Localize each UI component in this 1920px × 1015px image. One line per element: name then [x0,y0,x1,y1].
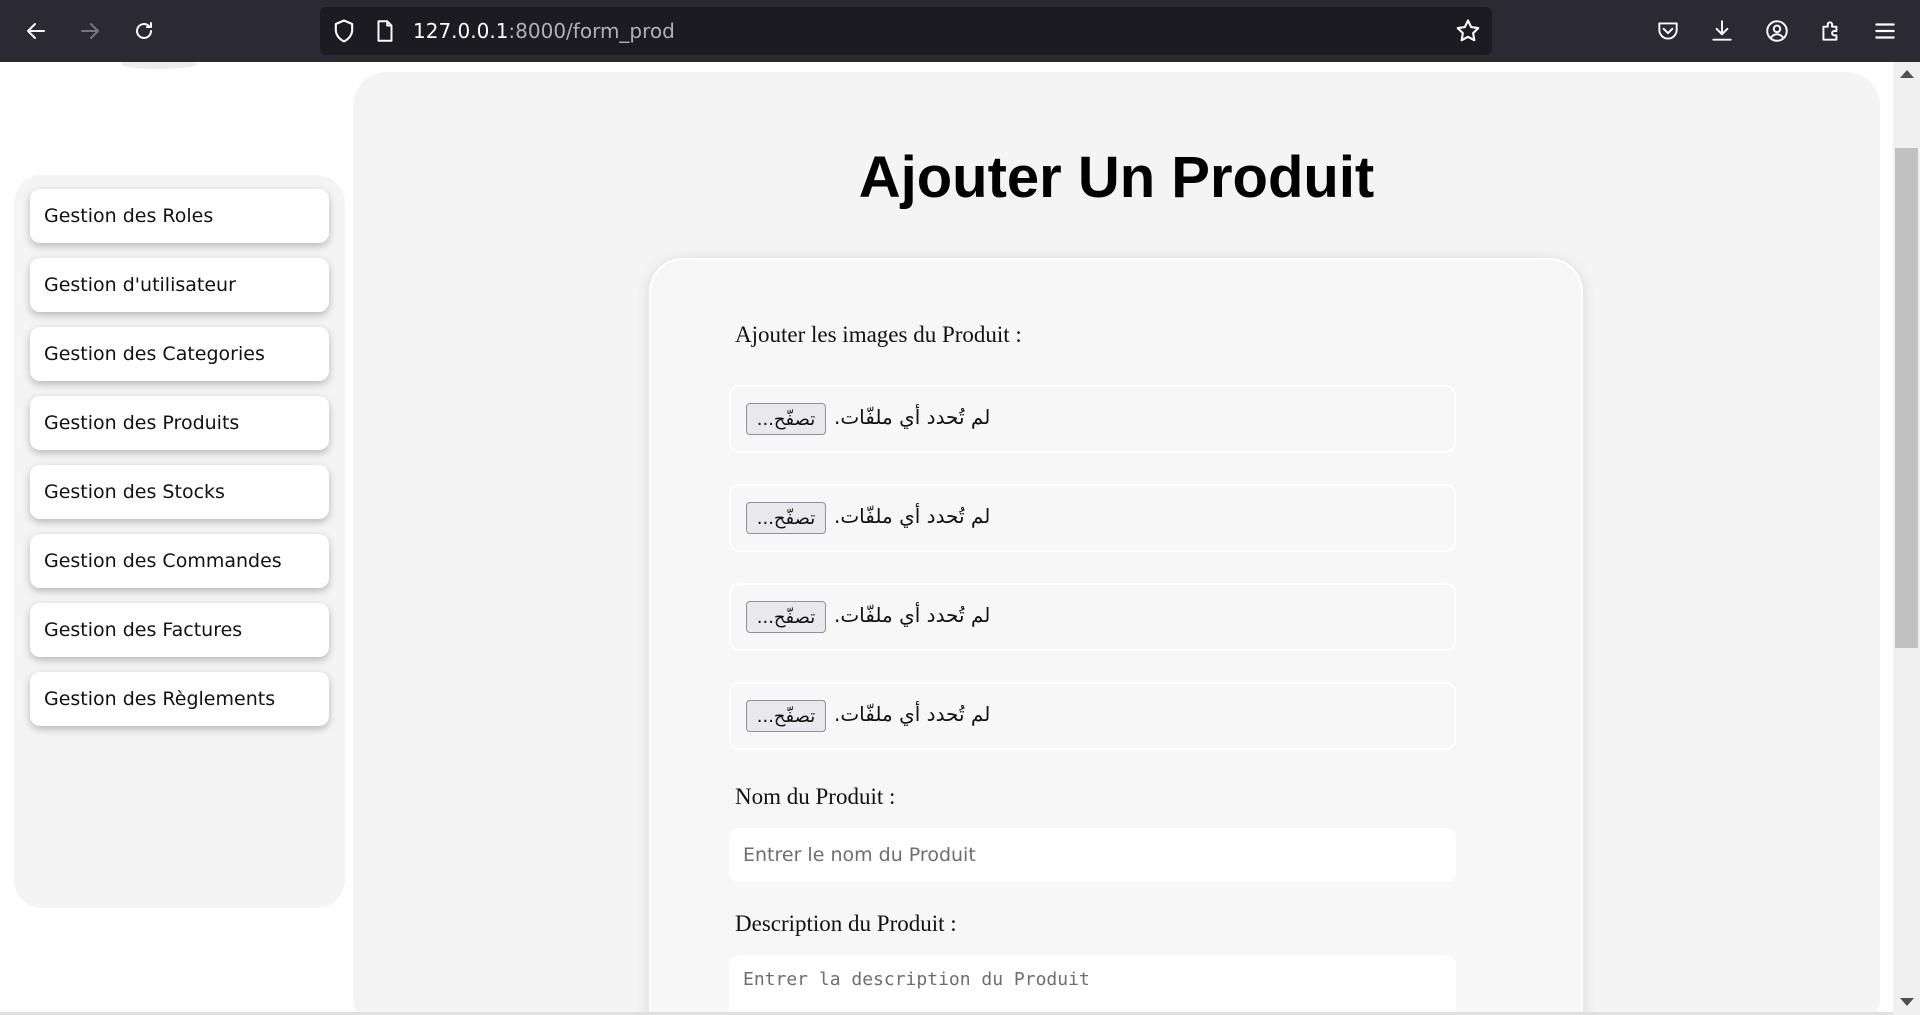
scroll-thumb[interactable] [1895,148,1918,648]
url-bar[interactable]: 127.0.0.1:8000/form_prod [320,7,1492,55]
scroll-up-arrow[interactable] [1900,70,1914,78]
file-status-text: لم تُحدد أي ملفّات. [834,603,991,627]
browse-button[interactable]: تصفّح... [746,502,826,534]
sidebar-shadow-fragment [121,62,197,69]
forward-button[interactable] [72,13,108,49]
bookmark-star-icon[interactable] [1454,17,1482,45]
shield-icon[interactable] [330,17,358,45]
sidebar-item-commandes[interactable]: Gestion des Commandes [30,534,329,588]
sidebar-item-utilisateur[interactable]: Gestion d'utilisateur [30,258,329,312]
url-path: :8000/form_prod [508,19,675,43]
description-label: Description du Produit : [735,911,957,936]
reload-button[interactable] [126,13,162,49]
image-file-input-3[interactable]: تصفّح... لم تُحدد أي ملفّات. [729,583,1456,651]
product-name-input[interactable] [729,828,1456,882]
download-icon [1712,20,1732,41]
page-scrollbar[interactable] [1893,62,1920,1015]
forward-icon [81,23,99,39]
image-file-input-4[interactable]: تصفّح... لم تُحدد أي ملفّات. [729,682,1456,750]
url-host: 127.0.0.1 [413,19,509,43]
extensions-button[interactable] [1814,14,1848,48]
browser-toolbar: 127.0.0.1:8000/form_prod [0,0,1920,62]
sidebar-item-stocks[interactable]: Gestion des Stocks [30,465,329,519]
file-status-text: لم تُحدد أي ملفّات. [834,405,991,429]
sidebar-item-categories[interactable]: Gestion des Categories [30,327,329,381]
sidebar-item-produits[interactable]: Gestion des Produits [30,396,329,450]
account-icon [1766,20,1788,42]
sidebar-item-factures[interactable]: Gestion des Factures [30,603,329,657]
images-label: Ajouter les images du Produit : [735,322,1022,347]
main-panel: Ajouter Un Produit Ajouter les images du… [353,72,1880,1015]
pocket-button[interactable] [1651,14,1685,48]
url-text[interactable]: 127.0.0.1:8000/form_prod [413,19,675,43]
browse-button[interactable]: تصفّح... [746,403,826,435]
page-icon[interactable] [372,18,398,44]
pocket-icon [1658,22,1678,40]
scroll-down-arrow[interactable] [1900,998,1914,1006]
sidebar-item-reglements[interactable]: Gestion des Règlements [30,672,329,726]
menu-button[interactable] [1868,14,1902,48]
reload-icon [136,22,152,39]
browse-button[interactable]: تصفّح... [746,601,826,633]
file-status-text: لم تُحدد أي ملفّات. [834,702,991,726]
image-file-input-2[interactable]: تصفّح... لم تُحدد أي ملفّات. [729,484,1456,552]
product-description-textarea[interactable] [729,955,1456,1015]
file-status-text: لم تُحدد أي ملفّات. [834,504,991,528]
name-label: Nom du Produit : [735,784,896,809]
extensions-icon [1822,21,1838,41]
page-title: Ajouter Un Produit [858,145,1375,210]
back-icon [27,23,45,39]
account-button[interactable] [1760,14,1794,48]
image-file-input-1[interactable]: تصفّح... لم تُحدد أي ملفّات. [729,385,1456,453]
product-form: Ajouter les images du Produit : تصفّح...… [649,258,1583,1015]
back-button[interactable] [18,13,54,49]
sidebar-item-roles[interactable]: Gestion des Roles [30,189,329,243]
download-button[interactable] [1705,14,1739,48]
sidebar: Gestion des Roles Gestion d'utilisateur … [14,175,345,908]
browse-button[interactable]: تصفّح... [746,700,826,732]
menu-icon [1875,23,1895,39]
